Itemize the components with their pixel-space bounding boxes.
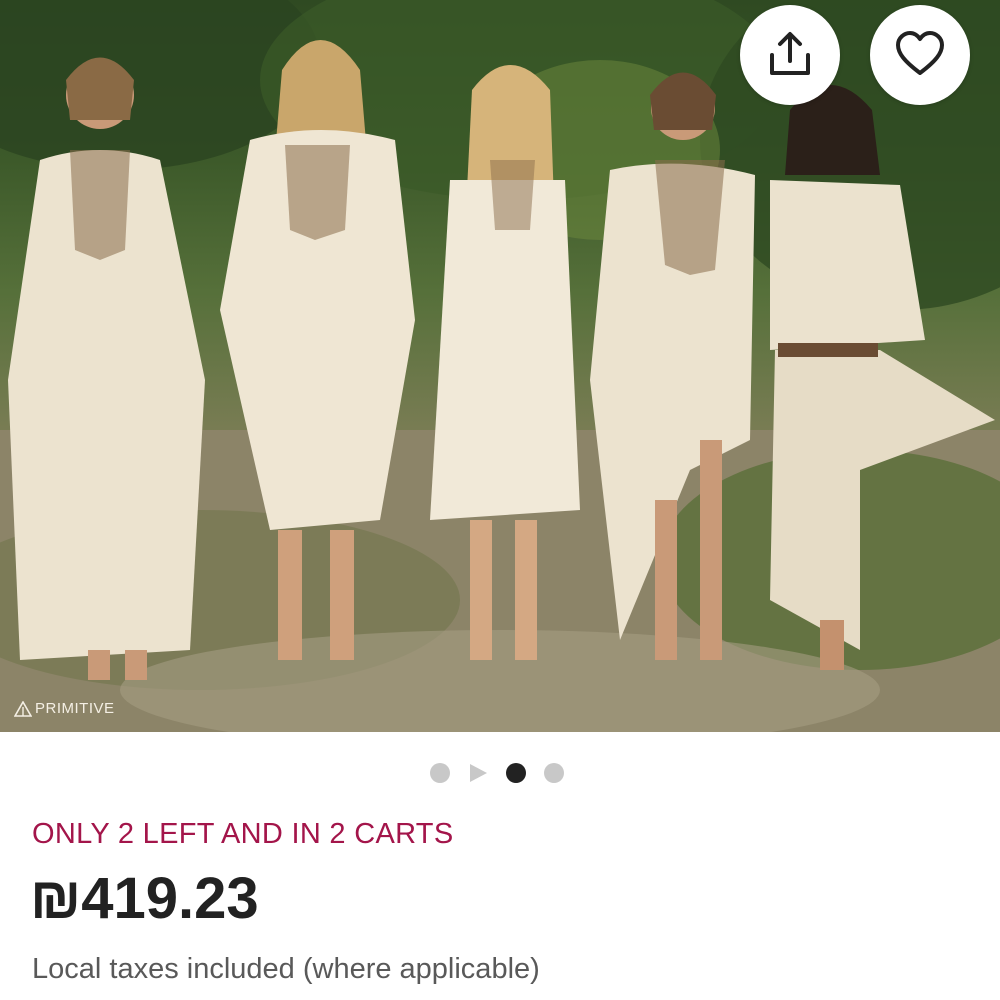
play-icon bbox=[470, 764, 487, 782]
carousel-dot[interactable] bbox=[544, 763, 564, 783]
brand-watermark: PRIMITIVE bbox=[14, 700, 115, 717]
share-icon bbox=[770, 32, 810, 75]
heart-icon bbox=[896, 31, 944, 75]
product-photo bbox=[0, 0, 1000, 732]
carousel-dot-video[interactable] bbox=[468, 763, 488, 783]
favorite-button[interactable] bbox=[870, 5, 970, 105]
stock-notice: ONLY 2 LEFT AND IN 2 CARTS bbox=[32, 818, 454, 850]
tax-note: Local taxes included (where applicable) bbox=[32, 953, 540, 985]
carousel-dot[interactable] bbox=[430, 763, 450, 783]
carousel-dot-active[interactable] bbox=[506, 763, 526, 783]
product-image[interactable]: PRIMITIVE bbox=[0, 0, 1000, 732]
share-button[interactable] bbox=[740, 5, 840, 105]
watermark-text: PRIMITIVE bbox=[35, 700, 115, 717]
carousel-indicator bbox=[430, 763, 564, 783]
triangle-logo-icon bbox=[14, 700, 32, 717]
price: ₪419.23 bbox=[30, 866, 259, 931]
